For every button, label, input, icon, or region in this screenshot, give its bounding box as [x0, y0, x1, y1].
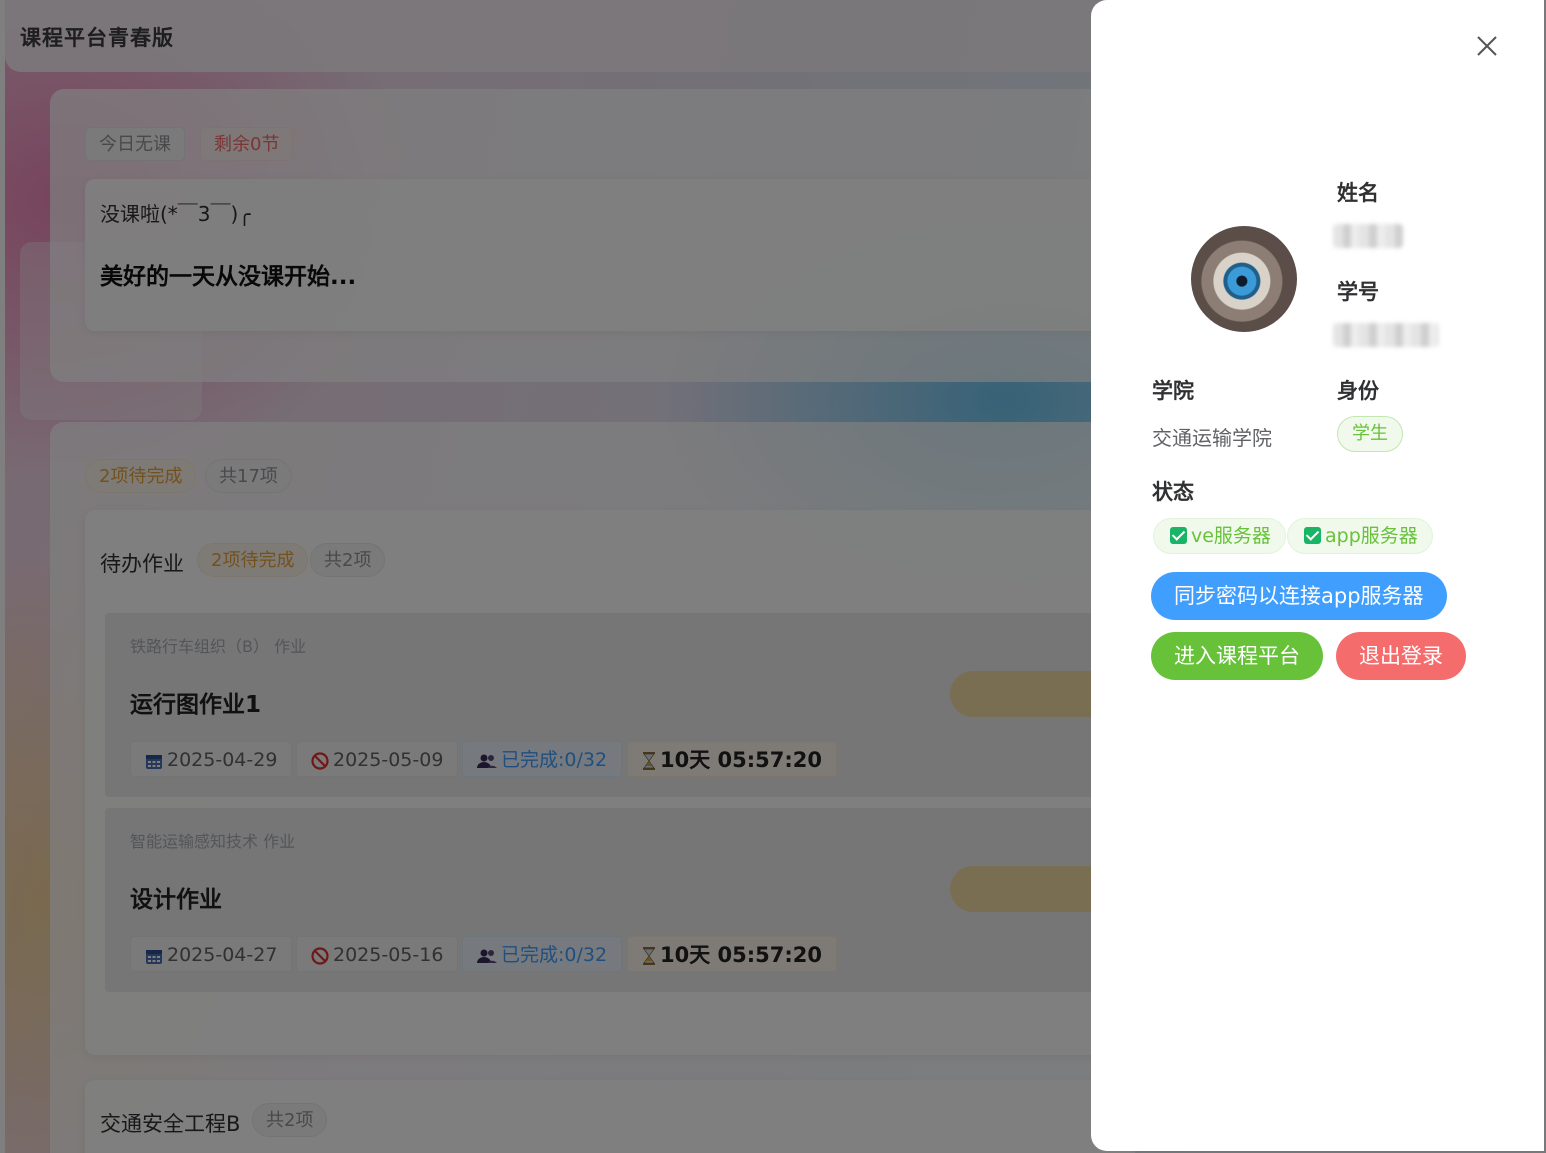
start-date-chip: 2025-04-27 [130, 936, 293, 972]
course-group-total-tag: 共2项 [252, 1103, 328, 1137]
users-icon [477, 949, 497, 963]
due-date-chip: 2025-05-09 [296, 741, 459, 777]
group-total-tag: 共2项 [310, 543, 386, 577]
logout-button[interactable]: 退出登录 [1336, 632, 1466, 680]
homework-course: 铁路行车组织（B） 作业 [130, 637, 307, 656]
student-id-label: 学号 [1337, 280, 1379, 304]
avatar [1191, 226, 1297, 332]
homework-title: 运行图作业1 [130, 692, 262, 718]
countdown: 10天 05:57:20 [660, 943, 823, 967]
app-server-status: app服务器 [1287, 518, 1433, 554]
ve-server-label: ve服务器 [1191, 525, 1271, 547]
no-class-tag: 今日无课 [85, 127, 185, 161]
name-label: 姓名 [1337, 181, 1379, 205]
close-icon[interactable] [1475, 34, 1499, 58]
pending-count-tag: 2项待完成 [85, 459, 197, 493]
motto-text: 美好的一天从没课开始... [100, 264, 357, 290]
users-icon [477, 754, 497, 768]
hourglass-icon [643, 947, 655, 965]
college-label: 学院 [1152, 379, 1194, 403]
no-class-text: 没课啦(*￣3￣)╭ [100, 202, 251, 226]
enter-platform-button[interactable]: 进入课程平台 [1151, 632, 1323, 680]
completion-chip: 已完成:0/32 [462, 741, 623, 777]
student-id-value-redacted [1333, 323, 1439, 347]
profile-drawer: 姓名 学号 学院 交通运输学院 身份 学生 状态 ve服务器 app服务器 同步… [1091, 0, 1544, 1151]
group-title: 待办作业 [100, 552, 184, 576]
total-count-tag: 共17项 [205, 459, 292, 493]
app-title: 课程平台青春版 [20, 26, 174, 50]
forbidden-icon [311, 946, 329, 965]
status-label: 状态 [1152, 480, 1194, 504]
homework-title: 设计作业 [130, 887, 222, 913]
checkbox-icon [1304, 527, 1321, 544]
completion-count: 已完成:0/32 [501, 944, 608, 966]
homework-item[interactable]: 智能运输感知技术 作业 设计作业 2025-04-27 2025-05-16 已… [105, 808, 1110, 992]
homework-card: 2项待完成 共17项 待办作业 2项待完成 共2项 铁路行车组织（B） 作业 运… [50, 422, 1135, 1153]
calendar-icon [146, 754, 162, 769]
calendar-icon [146, 949, 162, 964]
role-label: 身份 [1337, 379, 1379, 403]
no-class-panel: 没课啦(*￣3￣)╭ 美好的一天从没课开始... [85, 179, 1125, 331]
checkbox-icon [1170, 527, 1187, 544]
start-date: 2025-04-27 [167, 944, 278, 966]
sync-password-button[interactable]: 同步密码以连接app服务器 [1151, 572, 1447, 620]
due-date: 2025-05-09 [333, 749, 444, 771]
homework-course: 智能运输感知技术 作业 [130, 832, 296, 851]
group-pending-tag: 2项待完成 [197, 543, 309, 577]
completion-chip: 已完成:0/32 [462, 936, 623, 972]
role-tag: 学生 [1337, 416, 1403, 452]
hourglass-icon [643, 752, 655, 770]
course-group[interactable]: 交通安全工程B 共2项 [85, 1080, 1135, 1153]
submit-button[interactable] [950, 671, 1110, 717]
completion-count: 已完成:0/32 [501, 749, 608, 771]
start-date-chip: 2025-04-29 [130, 741, 293, 777]
countdown: 10天 05:57:20 [660, 748, 823, 772]
remaining-classes-tag: 剩余0节 [200, 127, 294, 161]
app-server-label: app服务器 [1325, 525, 1418, 547]
submit-button[interactable] [950, 866, 1110, 912]
due-date: 2025-05-16 [333, 944, 444, 966]
countdown-chip: 10天 05:57:20 [627, 936, 838, 972]
start-date: 2025-04-29 [167, 749, 278, 771]
college-value: 交通运输学院 [1152, 426, 1272, 450]
countdown-chip: 10天 05:57:20 [627, 741, 838, 777]
today-card: 今日无课 剩余0节 没课啦(*￣3￣)╭ 美好的一天从没课开始... [50, 89, 1130, 382]
due-date-chip: 2025-05-16 [296, 936, 459, 972]
course-group-title: 交通安全工程B [100, 1112, 241, 1136]
forbidden-icon [311, 751, 329, 770]
ve-server-status: ve服务器 [1153, 518, 1286, 554]
homework-item[interactable]: 铁路行车组织（B） 作业 运行图作业1 2025-04-29 2025-05-0… [105, 613, 1110, 797]
name-value-redacted [1333, 224, 1403, 248]
